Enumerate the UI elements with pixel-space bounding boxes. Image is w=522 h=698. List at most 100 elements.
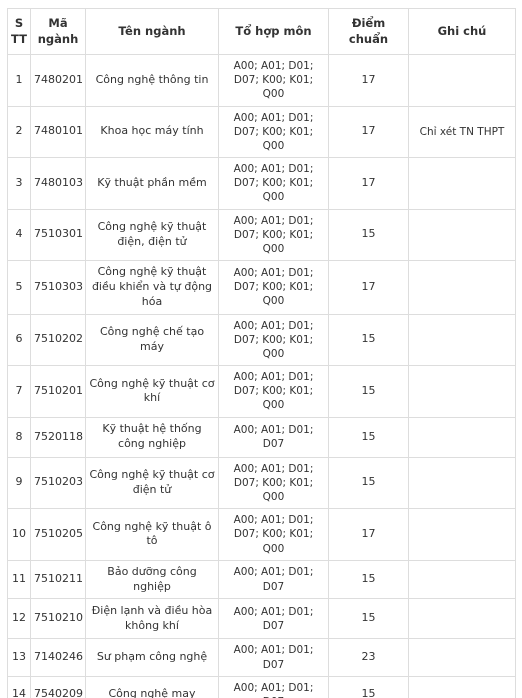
cell-diem-chuan: 15	[328, 675, 409, 698]
table-row: 2 7480101 Khoa học máy tính A00; A01; D01; …	[7, 105, 516, 159]
cell-ghi-chu	[408, 559, 516, 600]
cell-ghi-chu	[408, 365, 516, 418]
cell-ma-nganh: 7510201	[30, 365, 86, 418]
table-row: 5 7510303 Công nghệ kỹ thuật điều khiển và…	[7, 260, 516, 315]
cell-ten-nganh: Công nghệ kỹ thuật cơ khí	[85, 365, 219, 418]
cell-ghi-chu: Chỉ xét TN THPT	[408, 105, 516, 159]
table-header: STT Mã ngành Tên ngành Tổ hợp môn Điểm c…	[7, 7, 516, 56]
cell-ma-nganh: 7510301	[30, 208, 86, 262]
table-row: 147540209Công nghệ mayA00; A01; D01; D07…	[7, 675, 516, 698]
table-row: 6 7510202 Công nghệ chế tạo máy A00; A01; D…	[7, 313, 516, 367]
cell-stt: 14	[7, 675, 31, 698]
cell-ma-nganh: 7510303	[30, 260, 86, 315]
cell-ten-nganh: Điện lạnh và điều hòa không khí	[85, 598, 219, 640]
table-row: 4 7510301 Công nghệ kỹ thuật điện, điện tử…	[7, 208, 516, 262]
cell-diem-chuan: 17	[328, 105, 409, 159]
cell-diem-chuan: 17	[328, 157, 409, 210]
cell-to-hop-mon: A00; A01; D01; D07; K00; K01; Q00	[218, 365, 329, 418]
cell-stt: 13	[7, 638, 31, 677]
cell-ten-nganh: Bảo dưỡng công nghiệp	[85, 559, 219, 600]
table-row: 3 7480103 Kỹ thuật phần mềm A00; A01; D01; …	[7, 157, 516, 210]
cell-ten-nganh: Kỹ thuật phần mềm	[85, 157, 219, 210]
cell-to-hop-mon: A00; A01; D01; D07; K00; K01; Q00	[218, 54, 329, 107]
cell-ma-nganh: 7510203	[30, 456, 86, 510]
cell-ghi-chu	[408, 208, 516, 262]
cell-ma-nganh: 7140246	[30, 638, 86, 677]
table-header-row: STT Mã ngành Tên ngành Tổ hợp môn Điểm c…	[7, 7, 516, 56]
cell-ma-nganh: 7510202	[30, 313, 86, 367]
cell-ten-nganh: Sư phạm công nghệ	[85, 638, 219, 677]
table-row: 9 7510203 Công nghệ kỹ thuật cơ điện tử A00…	[7, 456, 516, 510]
cell-ten-nganh: Khoa học máy tính	[85, 105, 219, 159]
cell-ten-nganh: Kỹ thuật hệ thống công nghiệp	[85, 416, 219, 458]
cell-ghi-chu	[408, 157, 516, 210]
table-row: 12 7510210 Điện lạnh và điều hòa không khí…	[7, 598, 516, 640]
column-header-stt: STT	[7, 7, 31, 56]
cell-stt: 12	[7, 598, 31, 640]
cell-stt: 7	[7, 365, 31, 418]
cell-ten-nganh: Công nghệ kỹ thuật điều khiển và tự động…	[85, 260, 219, 315]
cell-ghi-chu	[408, 260, 516, 315]
column-header-note: Ghi chú	[408, 7, 516, 56]
cell-ten-nganh: Công nghệ kỹ thuật cơ điện tử	[85, 456, 219, 510]
cell-ma-nganh: 7480101	[30, 105, 86, 159]
column-header-score: Điểm chuẩn	[328, 7, 409, 56]
column-header-code: Mã ngành	[30, 7, 86, 56]
cell-to-hop-mon: A00; A01; D01; D07; K00; K01; Q00	[218, 260, 329, 315]
cell-stt: 11	[7, 559, 31, 600]
cell-to-hop-mon: A00; A01; D01; D07; K00; K01; Q00	[218, 456, 329, 510]
cell-ghi-chu	[408, 54, 516, 107]
cell-ma-nganh: 7510211	[30, 559, 86, 600]
table-row: 1 7480201 Công nghệ thông tin A00; A01; D01…	[7, 54, 516, 107]
cell-stt: 3	[7, 157, 31, 210]
cell-to-hop-mon: A00; A01; D01; D07; K00; K01; Q00	[218, 105, 329, 159]
cell-diem-chuan: 15	[328, 416, 409, 458]
column-header-name: Tên ngành	[85, 7, 219, 56]
cell-stt: 5	[7, 260, 31, 315]
table-row: 13 7140246 Sư phạm công nghệ A00; A01; D01;…	[7, 638, 516, 677]
cell-ma-nganh: 7480201	[30, 54, 86, 107]
admissions-table-container: STT Mã ngành Tên ngành Tổ hợp môn Điểm c…	[0, 0, 522, 698]
cell-stt: 8	[7, 416, 31, 458]
table-row: 8 7520118 Kỹ thuật hệ thống công nghiệp A00…	[7, 416, 516, 458]
cell-stt: 2	[7, 105, 31, 159]
cell-ghi-chu	[408, 638, 516, 677]
cell-to-hop-mon: A00; A01; D01; D07	[218, 675, 329, 698]
cell-diem-chuan: 15	[328, 456, 409, 510]
cell-ghi-chu	[408, 598, 516, 640]
cell-diem-chuan: 17	[328, 508, 409, 561]
cell-to-hop-mon: A00; A01; D01; D07; K00; K01; Q00	[218, 508, 329, 561]
cell-diem-chuan: 15	[328, 313, 409, 367]
cell-ma-nganh: 7480103	[30, 157, 86, 210]
cell-ma-nganh: 7510205	[30, 508, 86, 561]
table-body: 1 7480201 Công nghệ thông tin A00; A01; D01…	[7, 54, 516, 698]
cell-stt: 1	[7, 54, 31, 107]
table-row: 11 7510211 Bảo dưỡng công nghiệp A00; A01; …	[7, 559, 516, 600]
cell-to-hop-mon: A00; A01; D01; D07; K00; K01; Q00	[218, 313, 329, 367]
cell-to-hop-mon: A00; A01; D01; D07	[218, 416, 329, 458]
cell-to-hop-mon: A00; A01; D01; D07	[218, 638, 329, 677]
cell-diem-chuan: 15	[328, 598, 409, 640]
admissions-table: STT Mã ngành Tên ngành Tổ hợp môn Điểm c…	[7, 7, 516, 698]
cell-ma-nganh: 7510210	[30, 598, 86, 640]
cell-ghi-chu	[408, 508, 516, 561]
cell-ten-nganh: Công nghệ thông tin	[85, 54, 219, 107]
cell-stt: 4	[7, 208, 31, 262]
table-row: 10 7510205 Công nghệ kỹ thuật ô tô A00; A01…	[7, 508, 516, 561]
column-header-combo: Tổ hợp môn	[218, 7, 329, 56]
cell-to-hop-mon: A00; A01; D01; D07; K00; K01; Q00	[218, 208, 329, 262]
cell-diem-chuan: 17	[328, 54, 409, 107]
cell-stt: 6	[7, 313, 31, 367]
cell-stt: 9	[7, 456, 31, 510]
cell-diem-chuan: 15	[328, 365, 409, 418]
cell-to-hop-mon: A00; A01; D01; D07	[218, 598, 329, 640]
cell-ten-nganh: Công nghệ kỹ thuật ô tô	[85, 508, 219, 561]
cell-ma-nganh: 7540209	[30, 675, 86, 698]
cell-ma-nganh: 7520118	[30, 416, 86, 458]
cell-diem-chuan: 23	[328, 638, 409, 677]
cell-to-hop-mon: A00; A01; D01; D07; K00; K01; Q00	[218, 157, 329, 210]
cell-to-hop-mon: A00; A01; D01; D07	[218, 559, 329, 600]
cell-ghi-chu	[408, 313, 516, 367]
cell-ghi-chu	[408, 416, 516, 458]
cell-ghi-chu	[408, 456, 516, 510]
